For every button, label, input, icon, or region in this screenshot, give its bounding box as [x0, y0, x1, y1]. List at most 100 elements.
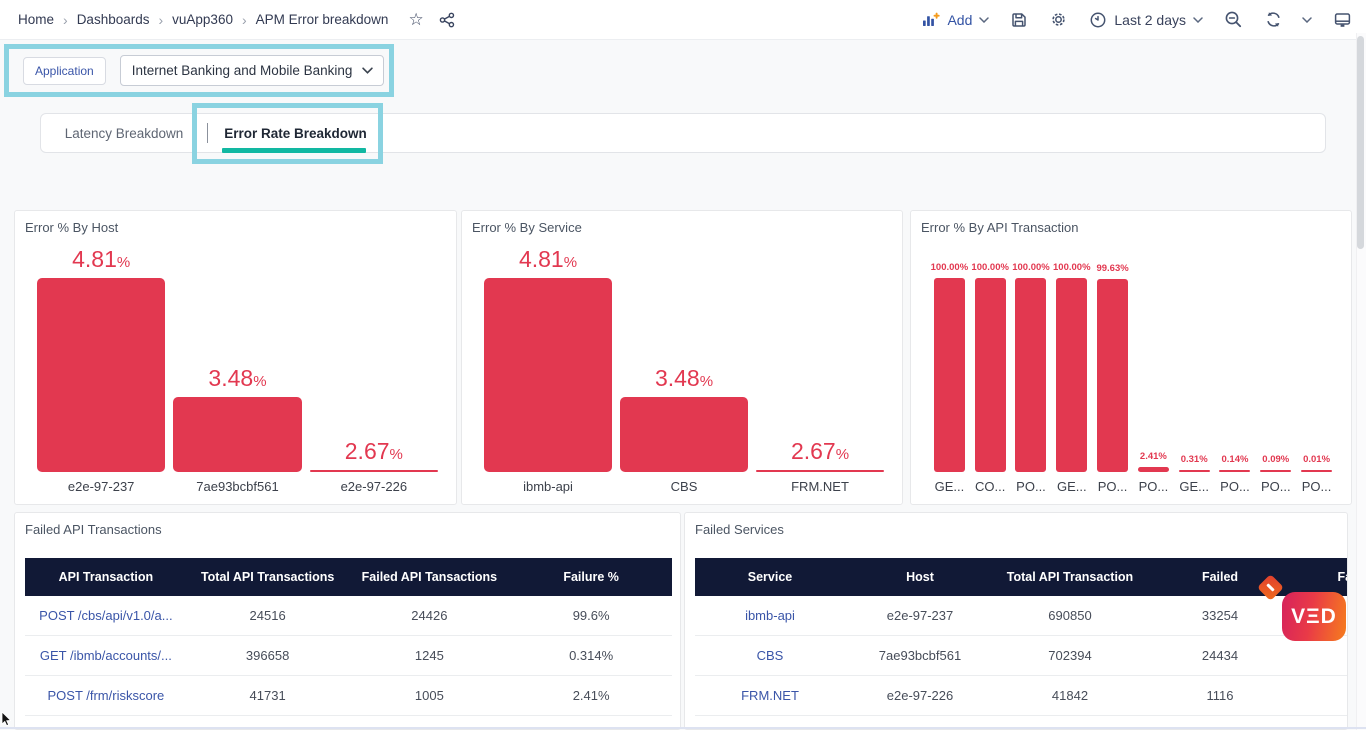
bar[interactable] — [1301, 470, 1332, 473]
bar[interactable] — [484, 278, 612, 472]
chevron-down-icon — [979, 17, 989, 23]
favorite-star-icon[interactable]: ☆ — [408, 11, 423, 28]
table-cell: 24516 — [187, 596, 349, 635]
table-link-cell[interactable]: GET /ibmb/accounts/... — [25, 636, 187, 675]
column-header[interactable]: Total API Transactions — [187, 558, 349, 596]
column-header[interactable]: Failure % — [510, 558, 672, 596]
bar-value-label: 4.81% — [72, 246, 130, 273]
column-header[interactable]: Service — [695, 558, 845, 596]
chart-column: 3.48%7ae93bcbf561 — [169, 278, 305, 472]
table-link-cell[interactable]: POST /frm/riskscore — [25, 676, 187, 715]
table-cell: 24426 — [349, 596, 511, 635]
bar-value-label: 0.31% — [1181, 454, 1208, 465]
bar-value-label: 2.67% — [791, 438, 849, 465]
breadcrumb-item[interactable]: Home — [18, 12, 54, 27]
failed-api-transactions-table: API TransactionTotal API TransactionsFai… — [25, 558, 672, 730]
application-select[interactable]: Internet Banking and Mobile Banking — [120, 55, 385, 86]
bar-value-label: 3.48% — [208, 365, 266, 392]
chevron-down-icon — [362, 67, 373, 74]
bar-category-label: CBS — [671, 479, 698, 494]
time-range-picker[interactable]: Last 2 days — [1089, 11, 1203, 29]
table-cell: 99.6% — [510, 596, 672, 635]
chevron-down-icon[interactable] — [1302, 17, 1312, 23]
bar-chart-error-by-service: 4.81%ibmb-api3.48%CBS2.67%FRM.NET — [480, 278, 888, 472]
bar[interactable] — [1097, 279, 1128, 472]
bar-chart-error-by-host: 4.81%e2e-97-2373.48%7ae93bcbf5612.67%e2e… — [33, 278, 442, 472]
chart-column: 2.41%PO... — [1133, 278, 1174, 472]
bar[interactable] — [37, 278, 165, 472]
add-panel-button[interactable]: Add — [921, 11, 989, 29]
bar-category-label: GE... — [1179, 479, 1209, 494]
chart-column: 100.00%GE... — [929, 278, 970, 472]
bar-category-label: GE... — [1057, 479, 1087, 494]
table-cell: 2.41% — [510, 676, 672, 715]
chart-column: 100.00%CO... — [970, 278, 1011, 472]
table-cell: 1116 — [1145, 676, 1295, 715]
breadcrumb-item[interactable]: APM Error breakdown — [256, 12, 389, 27]
bar-value-label: 4.81% — [519, 246, 577, 273]
bar[interactable] — [1015, 278, 1046, 472]
chevron-down-icon — [1193, 17, 1203, 23]
table-row: ibmb-apie2e-97-23769085033254 — [695, 596, 1348, 636]
bar[interactable] — [173, 397, 301, 472]
bar-value-label: 100.00% — [931, 262, 969, 273]
vertical-scrollbar-thumb[interactable] — [1357, 36, 1364, 249]
bar[interactable] — [1219, 470, 1250, 473]
refresh-icon[interactable] — [1264, 10, 1283, 29]
bar-value-label: 2.41% — [1140, 451, 1167, 462]
table-link-cell[interactable]: CBS — [695, 636, 845, 675]
bar[interactable] — [620, 397, 748, 472]
table-row: POST /frm/riskscore4173110052.41% — [25, 676, 672, 716]
breadcrumb-separator-icon: › — [242, 13, 247, 27]
bar-category-label: FRM.NET — [791, 479, 849, 494]
breadcrumb-item[interactable]: Dashboards — [77, 12, 150, 27]
tab-latency-breakdown[interactable]: Latency Breakdown — [41, 114, 207, 152]
table-cell — [1295, 636, 1348, 675]
table-cell: 7ae93bcbf561 — [845, 636, 995, 675]
bar-category-label: e2e-97-237 — [68, 479, 135, 494]
display-monitor-icon[interactable] — [1333, 11, 1352, 29]
table-cell: 702394 — [995, 636, 1145, 675]
tab-error-rate-breakdown[interactable]: Error Rate Breakdown — [208, 114, 383, 152]
table-cell — [1295, 676, 1348, 715]
zoom-out-icon[interactable] — [1224, 10, 1243, 29]
bar[interactable] — [1056, 278, 1087, 472]
table-cell: 1005 — [349, 676, 511, 715]
table-link-cell[interactable]: ibmb-api — [695, 596, 845, 635]
ved-watermark-badge: VΞD — [1282, 592, 1346, 641]
column-header[interactable]: Fa... — [1295, 558, 1348, 596]
add-label: Add — [947, 12, 972, 28]
bar[interactable] — [1260, 470, 1291, 473]
chart-column: 4.81%e2e-97-237 — [33, 278, 169, 472]
bar[interactable] — [756, 470, 884, 473]
table-row: POST /cbs/api/v1.0/a...245162442699.6% — [25, 596, 672, 636]
table-cell: 24434 — [1145, 636, 1295, 675]
failed-api-transactions-panel: Failed API Transactions API TransactionT… — [14, 512, 681, 730]
chart-column: 100.00%GE... — [1051, 278, 1092, 472]
table-cell: 41731 — [187, 676, 349, 715]
table-link-cell[interactable]: POST /cbs/api/v1.0/a... — [25, 596, 187, 635]
bar[interactable] — [310, 470, 438, 473]
bar[interactable] — [934, 278, 965, 472]
column-header[interactable]: Total API Transaction — [995, 558, 1145, 596]
bar[interactable] — [1179, 470, 1210, 473]
settings-gear-icon[interactable] — [1049, 10, 1068, 29]
bar[interactable] — [1138, 467, 1169, 472]
table-cell: 33254 — [1145, 596, 1295, 635]
save-icon[interactable] — [1010, 11, 1028, 29]
bar-category-label: PO... — [1220, 479, 1250, 494]
chart-column: 0.09%PO... — [1255, 278, 1296, 472]
bar-value-label: 99.63% — [1096, 263, 1128, 274]
share-icon[interactable] — [438, 11, 456, 29]
table-cell: 690850 — [995, 596, 1145, 635]
table-link-cell[interactable]: FRM.NET — [695, 676, 845, 715]
chart-column: 2.67%FRM.NET — [752, 278, 888, 472]
column-header[interactable]: Failed API Tansactions — [349, 558, 511, 596]
breadcrumb-item[interactable]: vuApp360 — [172, 12, 233, 27]
bar-category-label: GE... — [935, 479, 965, 494]
bar[interactable] — [975, 278, 1006, 472]
failed-services-panel: Failed Services ServiceHostTotal API Tra… — [684, 512, 1348, 730]
breadcrumb-separator-icon: › — [63, 13, 68, 27]
column-header[interactable]: Host — [845, 558, 995, 596]
column-header[interactable]: API Transaction — [25, 558, 187, 596]
